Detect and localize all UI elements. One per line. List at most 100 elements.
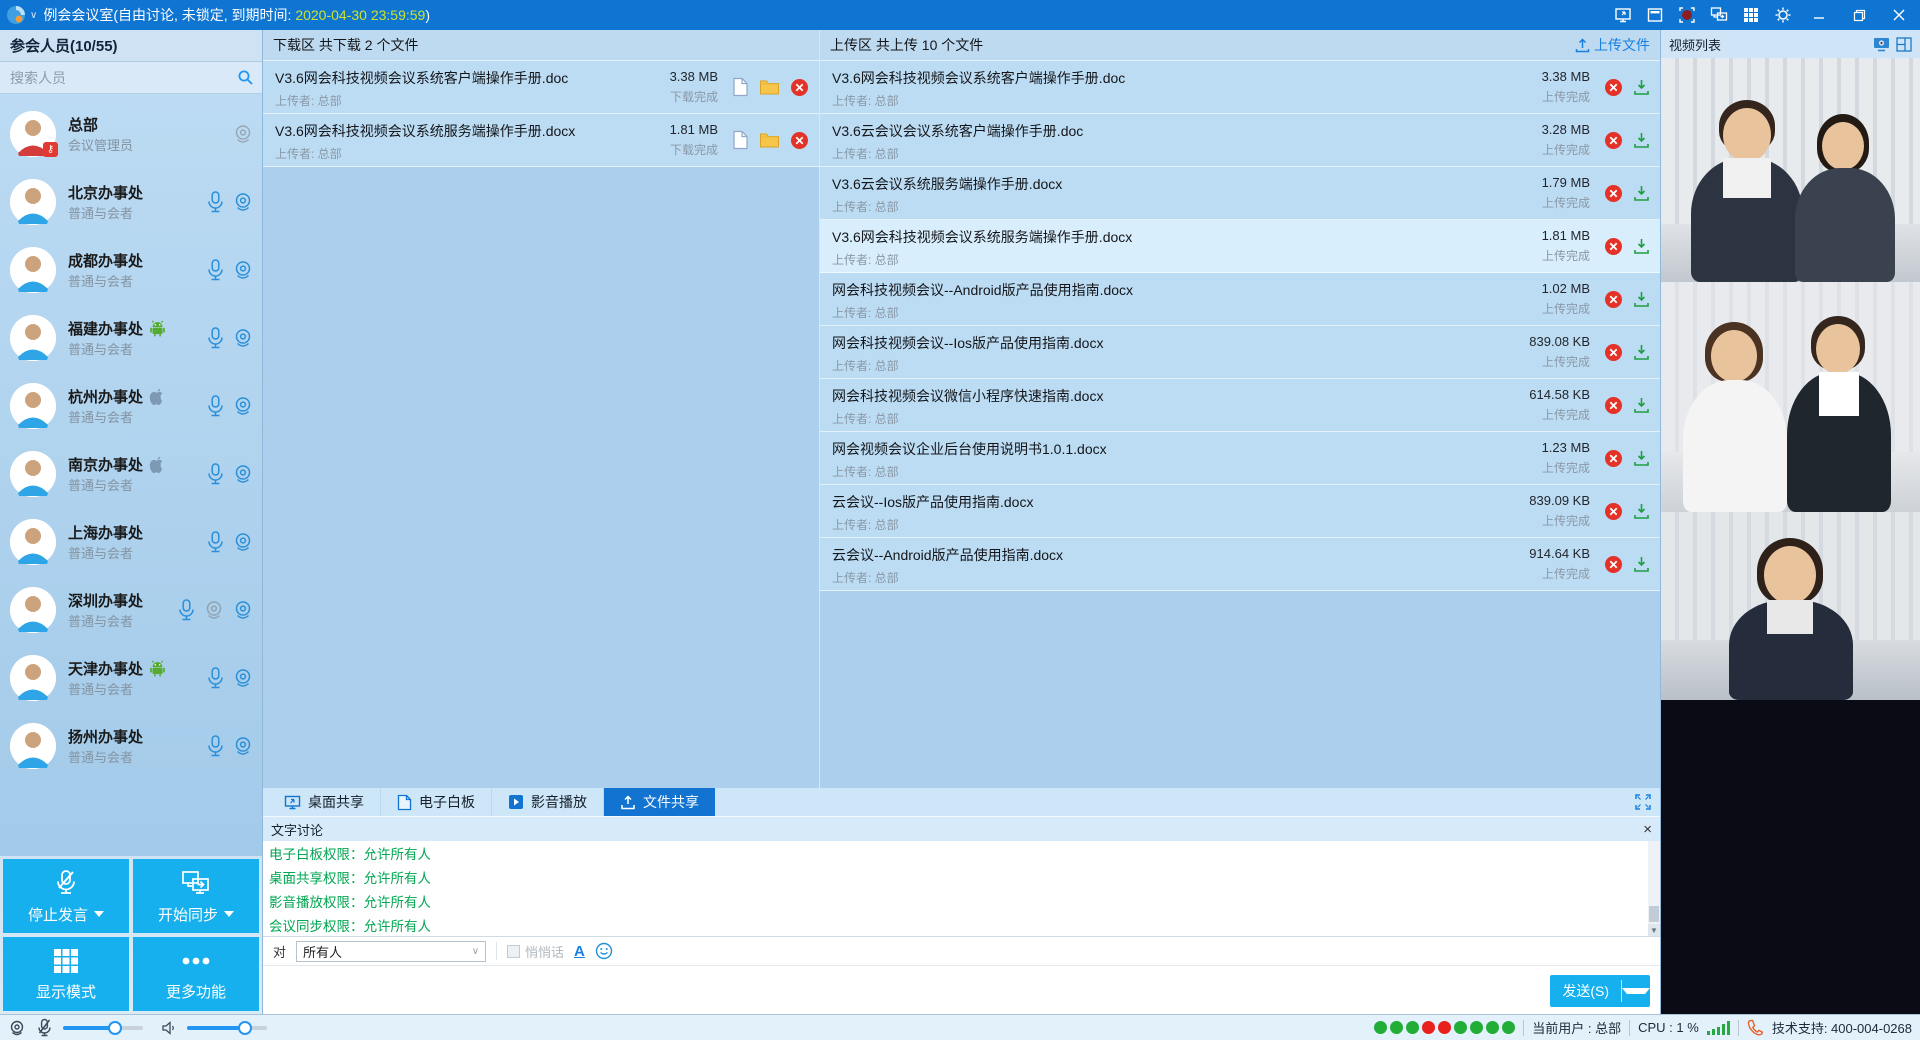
download-icon[interactable] <box>1633 396 1650 414</box>
download-icon[interactable] <box>1633 131 1650 149</box>
video-tile[interactable] <box>1661 282 1920 512</box>
mic-icon[interactable] <box>206 734 225 758</box>
camera-gray-icon[interactable] <box>232 123 254 145</box>
chat-messages[interactable]: ▼ 电子白板权限：允许所有人桌面共享权限：允许所有人影音播放权限：允许所有人会议… <box>263 841 1660 937</box>
tab-desktop-share[interactable]: 桌面共享 <box>268 788 381 816</box>
speaker-volume-slider[interactable] <box>187 1026 267 1030</box>
scroll-down-icon[interactable]: ▼ <box>1648 924 1660 936</box>
mic-icon[interactable] <box>206 666 225 690</box>
video-layout-icon[interactable] <box>1896 37 1912 52</box>
whisper-checkbox[interactable] <box>507 945 520 958</box>
open-file-icon[interactable] <box>732 77 749 97</box>
participant-row[interactable]: ⚷ 总部 会议管 <box>0 100 262 168</box>
settings-gear-icon[interactable] <box>1770 3 1796 27</box>
more-functions-button[interactable]: 更多功能 <box>133 937 259 1011</box>
upload-file-row[interactable]: 云会议--Ios版产品使用指南.docx 上传者: 总部 839.09 KB 上… <box>820 485 1660 538</box>
font-button[interactable]: A <box>574 943 585 960</box>
search-input[interactable] <box>8 69 237 87</box>
stop-speaking-button[interactable]: 停止发言 <box>3 859 129 933</box>
delete-icon[interactable] <box>790 131 809 150</box>
delete-icon[interactable] <box>1604 78 1623 97</box>
mic-muted-icon[interactable] <box>36 1018 53 1038</box>
tab-whiteboard[interactable]: 电子白板 <box>381 788 492 816</box>
delete-icon[interactable] <box>1604 237 1623 256</box>
scrollbar-thumb[interactable] <box>1649 906 1659 922</box>
chat-message-input[interactable]: 发送(S) <box>263 966 1660 1014</box>
camera-icon[interactable] <box>232 463 254 485</box>
mic-icon[interactable] <box>206 190 225 214</box>
camera-icon[interactable] <box>232 599 254 621</box>
search-box[interactable] <box>0 62 262 94</box>
record-icon[interactable] <box>1674 3 1700 27</box>
download-file-row[interactable]: V3.6网会科技视频会议系统服务端操作手册.docx 上传者: 总部 1.81 … <box>263 114 819 167</box>
delete-icon[interactable] <box>1604 449 1623 468</box>
delete-icon[interactable] <box>790 78 809 97</box>
download-icon[interactable] <box>1633 290 1650 308</box>
participant-row[interactable]: ⚷ 深圳办事处 <box>0 576 262 644</box>
delete-icon[interactable] <box>1604 396 1623 415</box>
delete-icon[interactable] <box>1604 131 1623 150</box>
camera-status-icon[interactable] <box>8 1019 26 1037</box>
window-mode-icon[interactable] <box>1642 3 1668 27</box>
send-options-icon[interactable] <box>1622 988 1650 994</box>
upload-file-row[interactable]: V3.6网会科技视频会议系统服务端操作手册.docx 上传者: 总部 1.81 … <box>820 220 1660 273</box>
speaker-icon[interactable] <box>161 1020 177 1036</box>
delete-icon[interactable] <box>1604 343 1623 362</box>
mic-volume-slider[interactable] <box>63 1026 143 1030</box>
display-mode-icon[interactable] <box>1738 3 1764 27</box>
display-mode-button[interactable]: 显示模式 <box>3 937 129 1011</box>
camera-icon[interactable] <box>232 191 254 213</box>
download-icon[interactable] <box>1633 449 1650 467</box>
camera-icon[interactable] <box>232 259 254 281</box>
upload-file-row[interactable]: V3.6云会议系统服务端操作手册.docx 上传者: 总部 1.79 MB 上传… <box>820 167 1660 220</box>
close-button[interactable] <box>1882 2 1916 28</box>
upload-file-row[interactable]: 云会议--Android版产品使用指南.docx 上传者: 总部 914.64 … <box>820 538 1660 591</box>
video-source-icon[interactable] <box>1873 37 1890 52</box>
mic-icon[interactable] <box>206 326 225 350</box>
video-tile[interactable] <box>1661 58 1920 282</box>
recipient-select[interactable]: 所有人 ∨ <box>296 941 486 962</box>
whisper-option[interactable]: 悄悄话 <box>507 942 564 961</box>
camera-icon[interactable] <box>232 395 254 417</box>
sync-icon[interactable] <box>1706 3 1732 27</box>
upload-file-row[interactable]: V3.6网会科技视频会议系统客户端操作手册.doc 上传者: 总部 3.38 M… <box>820 61 1660 114</box>
open-folder-icon[interactable] <box>759 78 780 96</box>
participant-row[interactable]: ⚷ 福建办事处 <box>0 304 262 372</box>
chevron-down-icon[interactable] <box>224 911 234 917</box>
upload-file-row[interactable]: 网会科技视频会议微信小程序快速指南.docx 上传者: 总部 614.58 KB… <box>820 379 1660 432</box>
download-icon[interactable] <box>1633 184 1650 202</box>
video-tile[interactable] <box>1661 512 1920 700</box>
download-icon[interactable] <box>1633 343 1650 361</box>
participant-row[interactable]: ⚷ 扬州办事处 <box>0 712 262 780</box>
participant-row[interactable]: ⚷ 天津办事处 <box>0 644 262 712</box>
delete-icon[interactable] <box>1604 184 1623 203</box>
participant-row[interactable]: ⚷ 成都办事处 <box>0 236 262 304</box>
upload-file-row[interactable]: 网会视频会议企业后台使用说明书1.0.1.docx 上传者: 总部 1.23 M… <box>820 432 1660 485</box>
chat-close-icon[interactable]: × <box>1643 822 1652 837</box>
camera-gray-icon[interactable] <box>203 599 225 621</box>
camera-icon[interactable] <box>232 531 254 553</box>
camera-icon[interactable] <box>232 667 254 689</box>
upload-file-button[interactable]: 上传文件 <box>1575 35 1650 55</box>
upload-file-row[interactable]: 网会科技视频会议--Android版产品使用指南.docx 上传者: 总部 1.… <box>820 273 1660 326</box>
download-file-row[interactable]: V3.6网会科技视频会议系统客户端操作手册.doc 上传者: 总部 3.38 M… <box>263 61 819 114</box>
tab-file-share[interactable]: 文件共享 <box>604 788 715 816</box>
delete-icon[interactable] <box>1604 502 1623 521</box>
screen-share-icon[interactable] <box>1610 3 1636 27</box>
tab-media-play[interactable]: 影音播放 <box>492 788 604 816</box>
delete-icon[interactable] <box>1604 555 1623 574</box>
participant-row[interactable]: ⚷ 杭州办事处 <box>0 372 262 440</box>
minimize-button[interactable] <box>1802 2 1836 28</box>
mic-icon[interactable] <box>206 258 225 282</box>
camera-icon[interactable] <box>232 735 254 757</box>
download-icon[interactable] <box>1633 78 1650 96</box>
delete-icon[interactable] <box>1604 290 1623 309</box>
upload-file-row[interactable]: V3.6云会议会议系统客户端操作手册.doc 上传者: 总部 3.28 MB 上… <box>820 114 1660 167</box>
participant-row[interactable]: ⚷ 北京办事处 <box>0 168 262 236</box>
send-button[interactable]: 发送(S) <box>1550 975 1650 1007</box>
open-folder-icon[interactable] <box>759 131 780 149</box>
download-icon[interactable] <box>1633 237 1650 255</box>
mic-icon[interactable] <box>206 462 225 486</box>
download-icon[interactable] <box>1633 502 1650 520</box>
maximize-button[interactable] <box>1842 2 1876 28</box>
